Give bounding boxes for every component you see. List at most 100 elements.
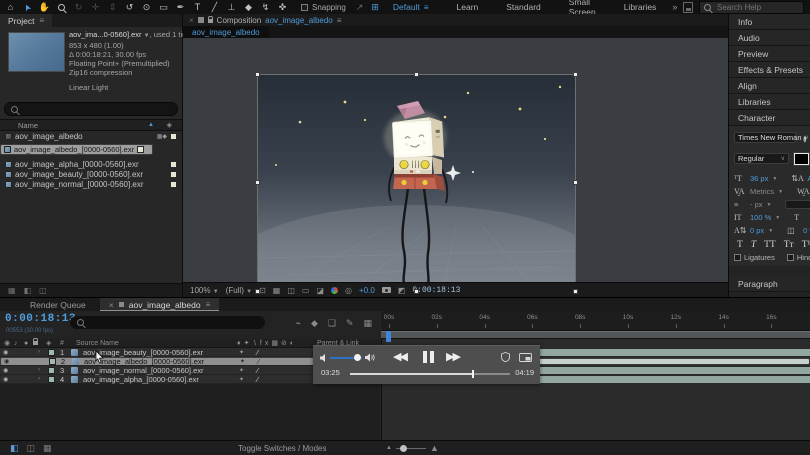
video-column-icon[interactable]: ◉: [4, 339, 10, 348]
zoom-knob[interactable]: [400, 445, 407, 452]
show-snapshot-icon[interactable]: ◩: [398, 286, 406, 295]
project-item[interactable]: aov_image_alpha_[0000-0560].exr: [0, 159, 182, 169]
twirl-arrow-icon[interactable]: ›: [39, 359, 41, 365]
progress-bar[interactable]: [350, 373, 510, 375]
faux-style-button-1[interactable]: T: [751, 240, 756, 250]
panel-menu-icon[interactable]: ≡: [39, 16, 44, 25]
mask-visibility-icon[interactable]: ◫: [287, 286, 295, 295]
layer-name[interactable]: aov_image_normal_[0000-0560].exr: [83, 366, 204, 375]
lock-icon[interactable]: [208, 19, 213, 23]
switches-column-icons[interactable]: ♦✦∖fx▦⊘◐: [237, 339, 297, 348]
current-timecode[interactable]: 0:00:18:13: [5, 313, 76, 325]
faux-style-button-3[interactable]: Tᴛ: [784, 240, 794, 250]
line-value[interactable]: - px: [750, 200, 763, 209]
playhead[interactable]: [386, 331, 391, 342]
tab-render-queue[interactable]: Render Queue: [0, 300, 100, 310]
panel-header-preview[interactable]: Preview: [729, 46, 810, 62]
work-area-bar[interactable]: [381, 331, 810, 339]
align-icon[interactable]: ↗: [356, 2, 364, 13]
chevron-down-icon[interactable]: ▼: [775, 215, 780, 221]
motion-blur-icon[interactable]: ▦: [363, 318, 372, 329]
layer-label-chip[interactable]: [48, 376, 55, 383]
interpret-footage-icon[interactable]: ▦: [8, 286, 16, 295]
snapshot-overlay-icon[interactable]: ◪: [316, 286, 324, 295]
panel-header-paragraph[interactable]: Paragraph: [729, 276, 810, 292]
faux-style-button-4[interactable]: T¹: [802, 240, 810, 250]
eyedropper-icon[interactable]: ✒: [798, 136, 809, 144]
hindi-digits-checkbox[interactable]: Hindi Digits: [787, 253, 810, 262]
exposure-reset-icon[interactable]: ◎: [345, 286, 352, 295]
selection-handle[interactable]: [573, 289, 578, 294]
selection-tool[interactable]: ➤: [19, 0, 36, 14]
progress-marker[interactable]: [472, 370, 474, 378]
project-item[interactable]: aov_image_albedo▦◆: [0, 131, 182, 141]
orbit-camera-tool[interactable]: ↻: [70, 0, 87, 14]
workspace-learn[interactable]: Learn: [443, 2, 493, 12]
transparency-grid-icon[interactable]: ▦: [273, 286, 281, 295]
help-search[interactable]: [699, 1, 804, 14]
project-item[interactable]: aov_image_beauty_[0000-0560].exr: [0, 169, 182, 179]
zoom-out-mountain-icon[interactable]: ▲: [386, 445, 392, 451]
quality-icon[interactable]: ∕: [257, 366, 258, 375]
privacy-shield-icon[interactable]: [501, 352, 510, 362]
pen-tool[interactable]: ✒: [172, 0, 189, 14]
panel-menu-icon[interactable]: ≡: [206, 300, 211, 309]
workspace-overflow-icon[interactable]: »: [672, 2, 677, 12]
project-list-header[interactable]: Name ▲ ◈: [0, 119, 182, 131]
selection-handle[interactable]: [255, 289, 260, 294]
baseline-shift-value[interactable]: 0 px: [750, 226, 764, 235]
shy-icon[interactable]: ✦: [240, 358, 245, 365]
workspace-default[interactable]: Default≡: [379, 2, 443, 12]
snapping-checkbox[interactable]: [301, 4, 308, 11]
clone-stamp-tool[interactable]: ⊥: [223, 0, 240, 14]
faux-style-button-2[interactable]: TT: [764, 240, 776, 250]
new-composition-icon[interactable]: ◫: [39, 286, 47, 295]
channel-select-icon[interactable]: [331, 287, 338, 294]
label-color-chip[interactable]: [170, 133, 177, 140]
tab-project[interactable]: Project ≡: [0, 14, 52, 27]
camera-tool[interactable]: ⊙: [138, 0, 155, 14]
aux-input[interactable]: [785, 200, 810, 209]
panel-header-effects-presets[interactable]: Effects & Presets: [729, 62, 810, 78]
faux-style-button-0[interactable]: T: [737, 240, 743, 250]
composition-flowchart-icon[interactable]: ⌁: [296, 318, 301, 329]
shy-icon[interactable]: ✦: [239, 367, 244, 374]
frame-blending-icon[interactable]: ✎: [346, 318, 354, 329]
safe-zones-icon[interactable]: ⊡: [259, 286, 266, 295]
puppet-pin-tool[interactable]: ✜: [274, 0, 291, 14]
workspace-libraries[interactable]: Libraries: [610, 2, 671, 12]
twirl-arrow-icon[interactable]: ›: [38, 367, 40, 373]
fill-color-swatch[interactable]: [794, 153, 809, 165]
composition-viewer[interactable]: [183, 38, 728, 283]
time-ruler[interactable]: 00s02s04s06s08s10s12s14s16s: [381, 311, 810, 331]
hand-tool[interactable]: ✋: [36, 0, 53, 14]
draft-3d-icon[interactable]: ◆: [311, 318, 318, 329]
rectangle-tool[interactable]: ▭: [155, 0, 172, 14]
selection-handle[interactable]: [573, 180, 578, 185]
project-item[interactable]: aov_image_albedo_[0000-0560].exr: [0, 144, 153, 155]
tab-timeline-comp[interactable]: × aov_image_albedo ≡: [100, 298, 219, 311]
selection-handle[interactable]: [573, 72, 578, 77]
region-of-interest-icon[interactable]: ▭: [302, 286, 310, 295]
lock-column-icon[interactable]: [33, 339, 38, 348]
twirl-arrow-icon[interactable]: ›: [38, 376, 40, 382]
magnification-select[interactable]: 100% ▼: [190, 286, 219, 295]
layer-name[interactable]: aov_image_alpha_[0000-0560].exr: [83, 375, 199, 384]
quality-icon[interactable]: ∕: [257, 348, 258, 357]
manage-workspaces-icon[interactable]: [683, 2, 693, 13]
chevron-down-icon[interactable]: ▼: [768, 228, 773, 234]
eraser-tool[interactable]: ◆: [240, 0, 257, 14]
selection-handle[interactable]: [255, 72, 260, 77]
composition-canvas[interactable]: [258, 75, 575, 291]
expand-layer-switches-icon[interactable]: ◧: [10, 443, 19, 454]
font-family-select[interactable]: Times New Roman∨: [734, 132, 796, 143]
label-color-chip[interactable]: [170, 181, 177, 188]
resolution-select[interactable]: (Full) ▼: [226, 286, 252, 295]
rewind-button[interactable]: ◀◀: [393, 350, 406, 363]
panel-header-info[interactable]: Info: [729, 14, 810, 30]
eye-icon[interactable]: ◉: [3, 367, 8, 374]
timeline-search[interactable]: [70, 316, 265, 329]
home-tool[interactable]: ⌂: [2, 0, 19, 14]
solo-column-icon[interactable]: ●: [24, 339, 28, 348]
label-color-chip[interactable]: [170, 171, 177, 178]
